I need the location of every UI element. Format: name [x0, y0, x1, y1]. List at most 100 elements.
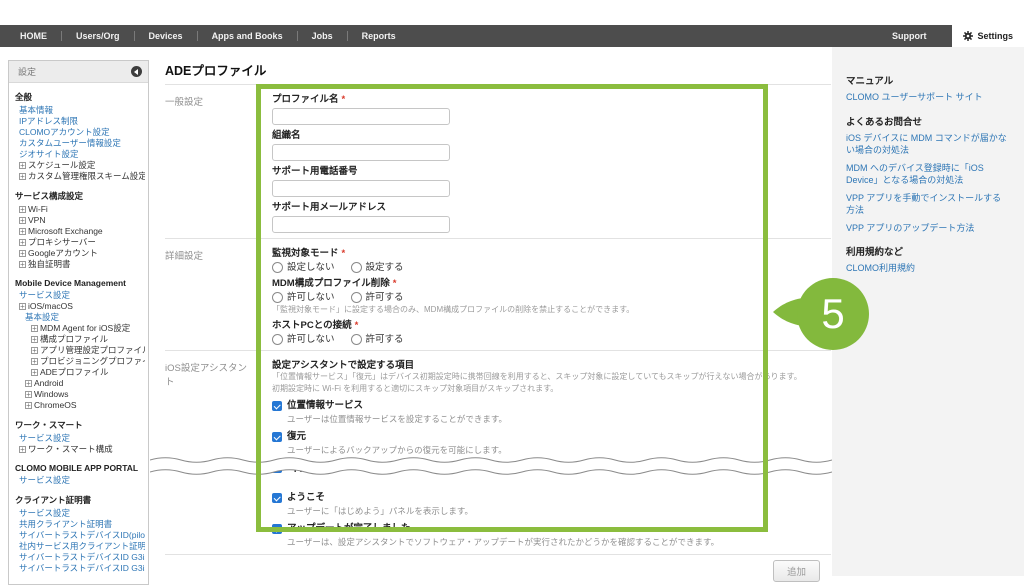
checkbox[interactable] [272, 493, 282, 503]
sidebar-item[interactable]: +スケジュール設定 [15, 160, 145, 171]
sidebar-item-label: カスタム管理権限スキーム設定 [28, 171, 145, 182]
radio-icon[interactable] [351, 292, 362, 303]
sidebar-item[interactable]: CLOMOアカウント設定 [15, 127, 145, 138]
help-link[interactable]: VPP アプリを手動でインストールする方法 [846, 192, 1010, 217]
sidebar-item[interactable]: カスタムユーザー情報設定 [15, 138, 145, 149]
expand-icon[interactable]: + [19, 303, 26, 310]
radio-option[interactable]: 設定しない [272, 262, 335, 273]
settings-tab[interactable]: Settings [952, 25, 1024, 47]
nav-item-apps-and-books[interactable]: Apps and Books [198, 31, 297, 41]
expand-icon[interactable]: + [31, 358, 38, 365]
sidebar-item[interactable]: IPアドレス制限 [15, 116, 145, 127]
sidebar-item[interactable]: +ADEプロファイル [15, 367, 145, 378]
sidebar-item[interactable]: +構成プロファイル [15, 334, 145, 345]
help-link[interactable]: iOS デバイスに MDM コマンドが届かない場合の対処法 [846, 132, 1010, 157]
text-input[interactable] [272, 144, 450, 161]
radio-icon[interactable] [272, 262, 283, 273]
radio-option[interactable]: 許可しない [272, 334, 335, 345]
help-link[interactable]: MDM へのデバイス登録時に「iOS Device」となる場合の対処法 [846, 162, 1010, 187]
radio-option[interactable]: 許可しない [272, 292, 335, 303]
expand-icon[interactable]: + [19, 228, 26, 235]
sidebar-item[interactable]: サービス設定 [15, 508, 145, 519]
nav-item-users-org[interactable]: Users/Org [62, 31, 134, 41]
radio-icon[interactable] [272, 334, 283, 345]
help-link[interactable]: CLOMO ユーザーサポート サイト [846, 91, 1010, 104]
settings-label: Settings [977, 31, 1013, 41]
expand-icon[interactable]: + [19, 217, 26, 224]
expand-icon[interactable]: + [25, 380, 32, 387]
sidebar-list: 全般基本情報IPアドレス制限CLOMOアカウント設定カスタムユーザー情報設定ジオ… [9, 83, 148, 584]
expand-icon[interactable]: + [19, 250, 26, 257]
checkbox[interactable] [272, 463, 282, 473]
sidebar-item[interactable]: +プロキシサーバー [15, 237, 145, 248]
checkbox[interactable] [272, 524, 282, 534]
sidebar-item[interactable]: +Windows [15, 389, 145, 400]
checkbox-label: 復元 [287, 431, 306, 443]
sidebar-item[interactable]: サービス設定 [15, 475, 145, 486]
checkbox[interactable] [272, 432, 282, 442]
sidebar-item-label: Microsoft Exchange [28, 226, 103, 237]
expand-icon[interactable]: + [19, 239, 26, 246]
sidebar-item[interactable]: +MDM Agent for iOS設定 [15, 323, 145, 334]
sidebar-item[interactable]: ジオサイト設定 [15, 149, 145, 160]
field-label: ホストPCとの接続 [272, 320, 352, 331]
expand-icon[interactable]: + [31, 325, 38, 332]
text-input[interactable] [272, 180, 450, 197]
sidebar-item[interactable]: サイバートラストデバイスID G3is... [15, 552, 145, 563]
sidebar-item[interactable]: +Googleアカウント [15, 248, 145, 259]
checkbox[interactable] [272, 401, 282, 411]
form-section: 一般設定 プロファイル名* 組織名 サポート用電話番号 サポート用メールアドレス [165, 85, 831, 239]
expand-icon[interactable]: + [19, 162, 26, 169]
sidebar-group-title: クライアント証明書 [15, 494, 145, 506]
checkbox-label: ようこそ [287, 492, 325, 504]
nav-item-reports[interactable]: Reports [348, 31, 410, 41]
expand-icon[interactable]: + [31, 369, 38, 376]
sidebar-item[interactable]: サービス設定 [15, 433, 145, 444]
expand-icon[interactable]: + [31, 336, 38, 343]
sidebar-item[interactable]: +プロビジョニングプロファイル [15, 356, 145, 367]
radio-option[interactable]: 許可する [351, 292, 404, 303]
expand-icon[interactable]: + [25, 402, 32, 409]
sidebar-item[interactable]: 基本情報 [15, 105, 145, 116]
expand-icon[interactable]: + [25, 391, 32, 398]
sidebar-item[interactable]: +iOS/macOS [15, 301, 145, 312]
sidebar-item[interactable]: +カスタム管理権限スキーム設定 [15, 171, 145, 182]
sidebar-item[interactable]: サイバートラストデバイスID G3is(... [15, 563, 145, 574]
sidebar-item[interactable]: サイバートラストデバイスID(pilot)... [15, 530, 145, 541]
expand-icon[interactable]: + [19, 446, 26, 453]
sidebar-item-label: プロキシサーバー [28, 237, 96, 248]
sidebar-item[interactable]: +独自証明書 [15, 259, 145, 270]
sidebar-item[interactable]: +ChromeOS [15, 400, 145, 411]
add-button[interactable]: 追加 [773, 560, 820, 582]
nav-item-jobs[interactable]: Jobs [298, 31, 347, 41]
radio-icon[interactable] [351, 262, 362, 273]
nav-item-home[interactable]: HOME [6, 31, 61, 41]
sidebar-item[interactable]: +アプリ管理設定プロファイル [15, 345, 145, 356]
sidebar-item[interactable]: +Android [15, 378, 145, 389]
radio-option[interactable]: 許可する [351, 334, 404, 345]
help-link[interactable]: CLOMO利用規約 [846, 262, 1010, 275]
radio-icon[interactable] [272, 292, 283, 303]
checkbox-label: Apple Account [287, 462, 354, 474]
radio-icon[interactable] [351, 334, 362, 345]
expand-icon[interactable]: + [31, 347, 38, 354]
collapse-sidebar-button[interactable] [131, 66, 142, 77]
sidebar-item[interactable]: +ワーク・スマート構成 [15, 444, 145, 455]
sidebar-item[interactable]: +Wi-Fi [15, 204, 145, 215]
sidebar-group-title: Mobile Device Management [15, 278, 145, 288]
sidebar-item[interactable]: 基本設定 [15, 312, 145, 323]
text-input[interactable] [272, 108, 450, 125]
sidebar-item[interactable]: +VPN [15, 215, 145, 226]
sidebar-item[interactable]: 社内サービス用クライアント証明書 [15, 541, 145, 552]
text-input[interactable] [272, 216, 450, 233]
radio-option[interactable]: 設定する [351, 262, 404, 273]
support-link[interactable]: Support [892, 25, 927, 47]
sidebar-item[interactable]: +Microsoft Exchange [15, 226, 145, 237]
sidebar-item[interactable]: 共用クライアント証明書 [15, 519, 145, 530]
expand-icon[interactable]: + [19, 173, 26, 180]
expand-icon[interactable]: + [19, 261, 26, 268]
nav-item-devices[interactable]: Devices [135, 31, 197, 41]
help-link[interactable]: VPP アプリのアップデート方法 [846, 222, 1010, 235]
expand-icon[interactable]: + [19, 206, 26, 213]
sidebar-item[interactable]: サービス設定 [15, 290, 145, 301]
